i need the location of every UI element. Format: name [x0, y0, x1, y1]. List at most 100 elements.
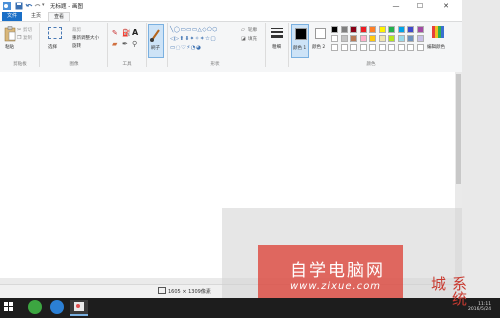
- custom-color-slot[interactable]: [388, 44, 395, 51]
- color-swatch[interactable]: [350, 26, 357, 33]
- size-icon[interactable]: [270, 27, 284, 41]
- color-swatch[interactable]: [369, 26, 376, 33]
- fill-icon[interactable]: ⛽: [122, 29, 131, 37]
- window-title: 无标题 - 画图: [50, 4, 83, 10]
- canvas-dimensions: 1605 × 1309像素: [168, 289, 211, 295]
- ie-icon[interactable]: [50, 300, 64, 314]
- text-tool-icon[interactable]: A: [132, 28, 138, 37]
- copy-button[interactable]: 复制: [23, 35, 32, 41]
- shapes-gallery[interactable]: ╲◯▭▭▭△◇⬠⬡ ◁▷⬆⬇✦✧✶☆▢ ▭◌♡⚡◔◕: [170, 26, 238, 56]
- watermark-side-text: 系统城: [429, 276, 468, 306]
- image-group-label: 图像: [69, 62, 79, 67]
- tab-home[interactable]: 主页: [26, 12, 46, 21]
- color-swatch[interactable]: [416, 26, 424, 33]
- edit-colors-icon[interactable]: [432, 26, 444, 38]
- size-button[interactable]: 粗细: [272, 44, 281, 50]
- pencil-icon[interactable]: ✎: [112, 29, 118, 37]
- redo-icon[interactable]: [34, 2, 42, 10]
- copy-icon[interactable]: ❐: [17, 35, 21, 41]
- tab-file[interactable]: 文件: [2, 12, 22, 21]
- cut-button[interactable]: 剪切: [23, 27, 32, 33]
- group-divider: [39, 23, 40, 67]
- start-icon[interactable]: [4, 302, 14, 312]
- color-swatch[interactable]: [388, 35, 395, 42]
- color-picker-icon[interactable]: ✒: [122, 40, 128, 48]
- taskbar-app-icon[interactable]: [28, 300, 42, 314]
- brushes-button[interactable]: 刷子: [148, 24, 164, 58]
- color1-button[interactable]: 颜色 1: [291, 24, 309, 58]
- custom-color-slot[interactable]: [350, 44, 357, 51]
- paint-app-icon[interactable]: [3, 2, 11, 10]
- color1-swatch: [295, 28, 307, 40]
- tools-group-label: 工具: [122, 62, 132, 67]
- color2-label: 颜色 2: [312, 45, 326, 50]
- paste-icon[interactable]: [4, 26, 16, 42]
- color-swatch[interactable]: [369, 35, 376, 42]
- clipboard-group-label: 剪贴板: [13, 62, 27, 67]
- color2-swatch: [315, 28, 326, 39]
- group-divider: [288, 23, 289, 67]
- magnifier-icon[interactable]: ⚲: [132, 40, 137, 48]
- brush-icon: [150, 29, 160, 42]
- outline-button[interactable]: 轮廓: [248, 27, 257, 33]
- select-button[interactable]: 选择: [48, 44, 57, 50]
- color-swatch[interactable]: [359, 26, 367, 33]
- color-swatch[interactable]: [340, 35, 348, 42]
- undo-icon[interactable]: [25, 2, 33, 10]
- color-swatch[interactable]: [378, 35, 386, 42]
- taskbar-clock: 11:11 2016/5/24: [468, 302, 491, 312]
- eraser-icon[interactable]: ▰: [112, 40, 117, 48]
- vertical-scroll-thumb[interactable]: [456, 74, 461, 184]
- colors-group-label: 颜色: [366, 62, 376, 67]
- custom-color-slot[interactable]: [378, 44, 386, 51]
- color-swatch[interactable]: [397, 26, 405, 33]
- watermark-url: www.zixue.com: [290, 281, 382, 292]
- color-swatch[interactable]: [350, 35, 357, 42]
- color-swatch[interactable]: [378, 26, 386, 33]
- color-swatch[interactable]: [397, 35, 405, 42]
- paste-button[interactable]: 粘贴: [5, 44, 14, 50]
- watermark-title: 自学电脑网: [290, 261, 385, 281]
- maximize-button[interactable]: ☐: [408, 0, 432, 12]
- color-swatch[interactable]: [407, 26, 414, 33]
- customize-quick-access-icon[interactable]: ▾: [42, 2, 45, 8]
- custom-color-slot[interactable]: [369, 44, 376, 51]
- color1-label: 颜色 1: [293, 46, 307, 51]
- color-swatch[interactable]: [340, 26, 348, 33]
- select-icon[interactable]: [48, 27, 62, 39]
- fill-shape-icon[interactable]: ◪: [241, 36, 246, 42]
- color-swatch[interactable]: [359, 35, 367, 42]
- group-divider: [167, 23, 168, 67]
- close-button[interactable]: ✕: [434, 0, 458, 12]
- custom-color-slot[interactable]: [416, 44, 424, 51]
- color-swatch[interactable]: [407, 35, 414, 42]
- shapes-group-label: 形状: [210, 62, 220, 67]
- rotate-button[interactable]: 旋转: [72, 43, 81, 49]
- group-divider: [146, 23, 147, 67]
- custom-color-slot[interactable]: [340, 44, 348, 51]
- color-swatch[interactable]: [331, 35, 338, 42]
- group-divider: [265, 23, 266, 67]
- canvas-size-icon: [158, 287, 166, 294]
- cut-icon[interactable]: ✂: [17, 27, 21, 33]
- custom-color-slot[interactable]: [331, 44, 338, 51]
- minimize-button[interactable]: —: [384, 0, 408, 12]
- tab-view[interactable]: 查看: [48, 12, 70, 21]
- edit-colors-button[interactable]: 编辑颜色: [427, 44, 445, 50]
- desktop-background: [462, 0, 500, 298]
- custom-color-slot[interactable]: [407, 44, 414, 51]
- brushes-label: 刷子: [151, 46, 160, 51]
- color-swatch[interactable]: [416, 35, 424, 42]
- clock-date: 2016/5/24: [468, 307, 492, 312]
- resize-button[interactable]: 重新调整大小: [72, 35, 99, 41]
- fill-button[interactable]: 填充: [248, 36, 257, 42]
- color2-button[interactable]: 颜色 2: [312, 24, 328, 58]
- color-swatch[interactable]: [331, 26, 338, 33]
- custom-color-slot[interactable]: [359, 44, 367, 51]
- save-icon[interactable]: [15, 2, 23, 10]
- color-swatch[interactable]: [388, 26, 395, 33]
- custom-color-slot[interactable]: [397, 44, 405, 51]
- outline-icon[interactable]: ▱: [241, 27, 245, 33]
- crop-button[interactable]: 裁剪: [72, 27, 81, 33]
- paint-taskbar-icon[interactable]: [70, 300, 88, 316]
